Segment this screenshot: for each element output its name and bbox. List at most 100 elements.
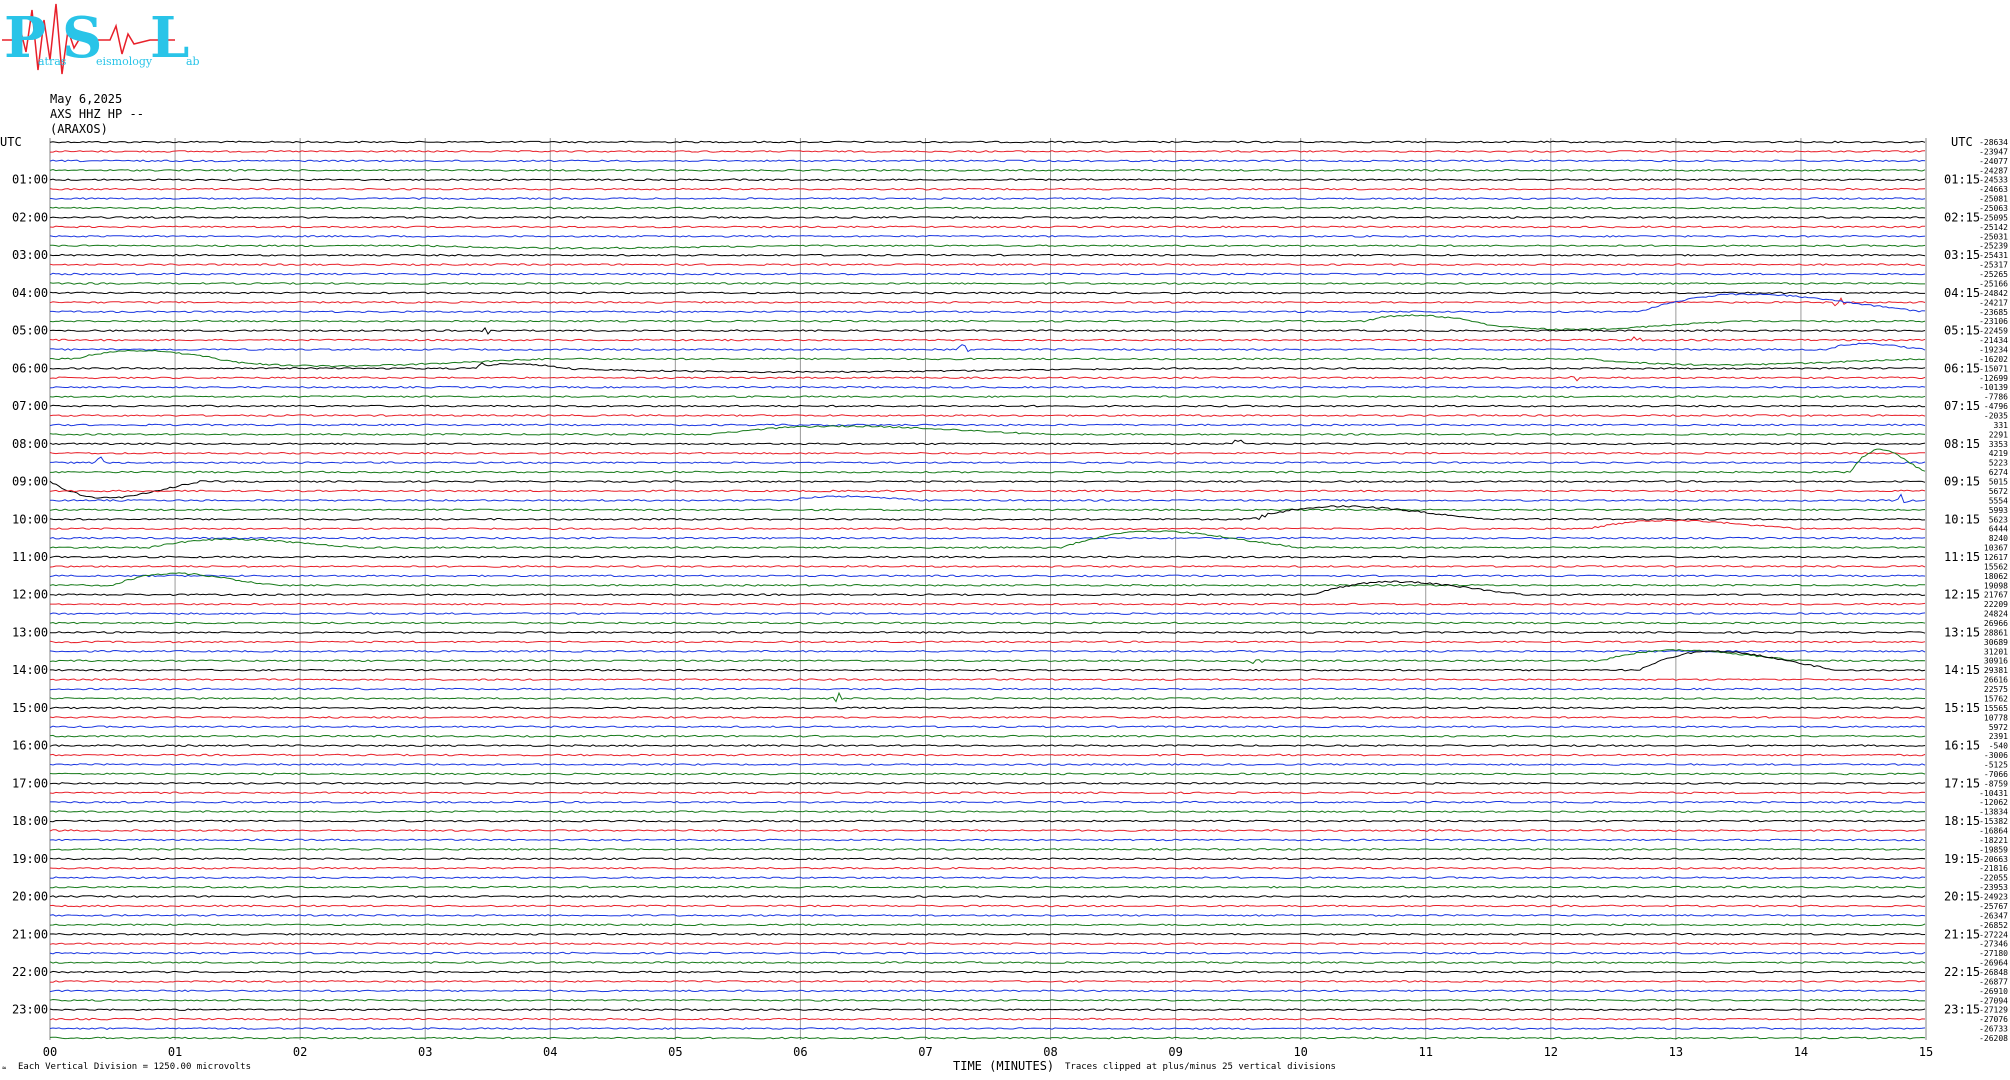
- row-offset-label: 15762: [1984, 694, 2008, 703]
- row-offset-label: 24824: [1984, 610, 2008, 619]
- trace-92: [49, 1008, 1926, 1012]
- trace-58: [49, 687, 1926, 691]
- row-offset-label: -24533: [1979, 176, 2008, 185]
- left-hour-label: 07:00: [12, 399, 48, 413]
- trace-57: [49, 678, 1925, 681]
- x-tick-label: 04: [543, 1045, 557, 1059]
- row-offset-label: -26733: [1979, 1025, 2008, 1034]
- x-tick-label: 13: [1669, 1045, 1683, 1059]
- left-hour-label: 21:00: [12, 927, 48, 941]
- row-offset-label: -19234: [1979, 345, 2008, 354]
- right-hour-label: 23:15: [1944, 1003, 1980, 1017]
- trace-23: [49, 349, 1926, 368]
- row-offset-label: -24077: [1979, 157, 2008, 166]
- trace-50: [49, 612, 1926, 615]
- trace-81: [49, 904, 1926, 908]
- trace-76: [49, 857, 1926, 861]
- trace-82: [49, 914, 1926, 917]
- trace-25: [49, 375, 1926, 382]
- left-hour-label: 09:00: [12, 475, 48, 489]
- row-offset-label: -12699: [1979, 374, 2008, 383]
- trace-62: [49, 725, 1926, 729]
- x-tick-labels: 00 01 02 03 04 05 06 07 08 09 10 11 12 13 14 15: [43, 1045, 1933, 1059]
- left-hour-label: 15:00: [12, 701, 48, 715]
- trace-7: [49, 206, 1926, 210]
- trace-5: [49, 187, 1926, 191]
- trace-42: [49, 536, 1926, 540]
- trace-28: [49, 404, 1926, 408]
- trace-94: [49, 1027, 1926, 1030]
- row-offset-label: -23953: [1979, 883, 2008, 892]
- row-offset-label: 6274: [1989, 468, 2008, 477]
- x-tick-label: 09: [1168, 1045, 1182, 1059]
- row-offset-label: -26848: [1979, 968, 2008, 977]
- row-offset-label: -25431: [1979, 251, 2008, 260]
- row-offset-label: -19859: [1979, 845, 2008, 854]
- trace-66: [49, 763, 1926, 766]
- row-offset-label: -23106: [1979, 317, 2008, 326]
- row-offset-label: -26964: [1979, 959, 2008, 968]
- row-offset-label: -26347: [1979, 911, 2008, 920]
- right-hour-label: 19:15: [1944, 852, 1980, 866]
- left-hour-label: 19:00: [12, 852, 48, 866]
- left-hour-label: 04:00: [12, 286, 48, 300]
- row-offset-label: -10139: [1979, 383, 2008, 392]
- right-hour-labels: 01:15 02:15 03:15 04:15 05:15 06:15 07:15 08:15…: [1944, 173, 1980, 1017]
- right-hour-label: 03:15: [1944, 248, 1980, 262]
- trace-21: [49, 336, 1926, 342]
- x-tick-label: 00: [43, 1045, 57, 1059]
- seismic-traces: [49, 140, 1926, 1040]
- row-offset-label: 5223: [1989, 459, 2008, 468]
- row-offset-label: -15071: [1979, 364, 2008, 373]
- trace-71: [49, 810, 1926, 813]
- trace-44: [49, 555, 1926, 559]
- trace-17: [49, 297, 1926, 307]
- row-offset-label: -3006: [1984, 751, 2008, 760]
- row-offset-label: 5554: [1989, 496, 2008, 505]
- row-offset-label: -25031: [1979, 232, 2008, 241]
- row-offset-label: -24663: [1979, 185, 2008, 194]
- trace-65: [49, 753, 1926, 757]
- left-hour-label: 23:00: [12, 1003, 48, 1017]
- trace-63: [49, 734, 1926, 738]
- trace-15: [49, 282, 1925, 285]
- trace-90: [49, 989, 1926, 993]
- x-tick-label: 11: [1419, 1045, 1433, 1059]
- row-offset-label: -16864: [1979, 827, 2008, 836]
- trace-6: [49, 197, 1926, 200]
- x-tick-label: 10: [1293, 1045, 1307, 1059]
- row-offset-label: -27094: [1979, 996, 2008, 1005]
- left-hour-label: 03:00: [12, 248, 48, 262]
- row-offset-label: -8759: [1984, 779, 2008, 788]
- trace-61: [49, 715, 1925, 719]
- row-offset-label: -28634: [1979, 138, 2008, 147]
- row-offset-label: -23685: [1979, 308, 2008, 317]
- trace-74: [49, 838, 1926, 842]
- trace-89: [49, 980, 1926, 983]
- trace-9: [49, 225, 1926, 229]
- row-offset-label: 5623: [1989, 515, 2008, 524]
- trace-20: [49, 326, 1926, 335]
- row-offset-label: 22575: [1984, 685, 2008, 694]
- trace-4: [49, 178, 1926, 182]
- row-offset-label: 30689: [1984, 638, 2008, 647]
- left-hour-label: 22:00: [12, 965, 48, 979]
- row-offset-label: -24287: [1979, 166, 2008, 175]
- trace-69: [49, 791, 1926, 795]
- trace-80: [49, 895, 1926, 898]
- row-offset-label: 2291: [1989, 430, 2008, 439]
- trace-2: [49, 159, 1926, 163]
- trace-70: [49, 800, 1926, 804]
- trace-22: [49, 342, 1926, 353]
- row-offset-label: -25317: [1979, 261, 2008, 270]
- trace-32: [49, 439, 1926, 446]
- right-hour-label: 07:15: [1944, 399, 1980, 413]
- trace-78: [49, 876, 1926, 880]
- left-hour-label: 16:00: [12, 739, 48, 753]
- left-hour-label: 11:00: [12, 550, 48, 564]
- left-hour-label: 17:00: [12, 776, 48, 790]
- right-hour-label: 08:15: [1944, 437, 1980, 451]
- row-offset-label: 6444: [1989, 525, 2008, 534]
- row-offset-label: 5015: [1989, 478, 2008, 487]
- x-tick-label: 07: [918, 1045, 932, 1059]
